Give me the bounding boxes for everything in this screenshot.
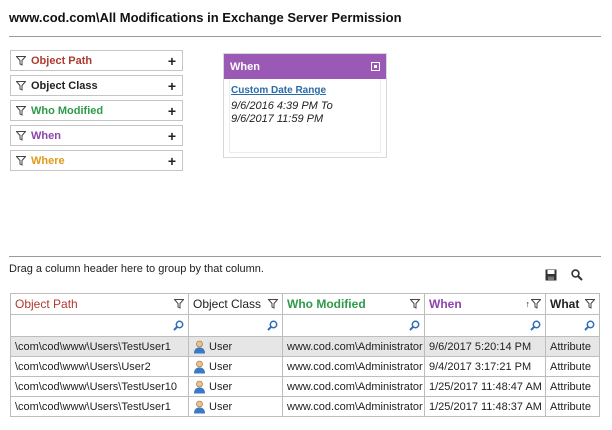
filter-label: Who Modified xyxy=(31,104,104,117)
filter-object-path[interactable]: Object Path + xyxy=(10,50,183,71)
column-header-when[interactable]: When ↑ xyxy=(425,293,546,315)
user-icon xyxy=(194,340,205,353)
column-header-what[interactable]: What xyxy=(546,293,600,315)
column-header-label: What xyxy=(550,297,580,311)
search-icon[interactable] xyxy=(584,320,595,331)
funnel-icon xyxy=(16,105,26,116)
cell-when: 1/25/2017 11:48:37 AM xyxy=(425,397,546,417)
sort-desc-icon[interactable]: ↑ xyxy=(526,299,531,309)
filter-label: Object Path xyxy=(31,54,93,67)
column-filter-cell[interactable] xyxy=(11,315,189,337)
when-panel-title: When xyxy=(230,60,260,73)
column-header-label: Who Modified xyxy=(287,297,366,311)
when-panel-header: When xyxy=(224,54,386,79)
plus-icon[interactable]: + xyxy=(168,154,176,168)
column-header-label: Object Class xyxy=(193,297,262,311)
group-by-hint: Drag a column header here to group by th… xyxy=(9,263,264,275)
column-filter-icon[interactable] xyxy=(531,299,541,309)
column-filter-cell[interactable] xyxy=(189,315,283,337)
filter-list: Object Path + Object Class + Who Modifie… xyxy=(10,50,183,175)
date-range-end: 9/6/2017 11:59 PM xyxy=(231,113,324,125)
filter-label: Object Class xyxy=(31,79,98,92)
search-icon[interactable] xyxy=(173,320,184,331)
search-icon[interactable] xyxy=(571,269,583,281)
grid-header-row: Object Path Object Class Who Modified Wh… xyxy=(11,293,600,315)
filter-object-class[interactable]: Object Class + xyxy=(10,75,183,96)
column-header-who-modified[interactable]: Who Modified xyxy=(283,293,425,315)
funnel-icon xyxy=(16,55,26,66)
save-icon[interactable] xyxy=(545,269,557,281)
column-filter-icon[interactable] xyxy=(268,299,278,309)
cell-when: 9/4/2017 3:17:21 PM xyxy=(425,357,546,377)
search-icon[interactable] xyxy=(530,320,541,331)
cell-object-class-text: User xyxy=(209,400,233,413)
plus-icon[interactable]: + xyxy=(168,104,176,118)
cell-object-path: \com\cod\www\Users\User2 xyxy=(11,357,189,377)
funnel-icon xyxy=(16,80,26,91)
filter-where[interactable]: Where + xyxy=(10,150,183,171)
cell-when: 1/25/2017 11:48:47 AM xyxy=(425,377,546,397)
cell-what: Attribute xyxy=(546,397,600,417)
column-filter-icon[interactable] xyxy=(174,299,184,309)
column-filter-cell[interactable] xyxy=(283,315,425,337)
filter-label: Where xyxy=(31,154,65,167)
cell-object-class: User xyxy=(189,397,283,417)
cell-who-modified: www.cod.com\Administrator xyxy=(283,337,425,357)
cell-object-class-text: User xyxy=(209,360,233,373)
date-range-start: 9/6/2016 4:39 PM To xyxy=(231,100,333,112)
cell-what: Attribute xyxy=(546,377,600,397)
page-title: www.cod.com\All Modifications in Exchang… xyxy=(9,10,402,25)
cell-object-path: \com\cod\www\Users\TestUser1 xyxy=(11,337,189,357)
results-grid: Object Path Object Class Who Modified Wh… xyxy=(10,293,600,417)
close-icon[interactable] xyxy=(371,62,380,71)
title-divider xyxy=(9,36,601,37)
cell-object-class: User xyxy=(189,357,283,377)
cell-object-class: User xyxy=(189,377,283,397)
column-header-object-class[interactable]: Object Class xyxy=(189,293,283,315)
cell-what: Attribute xyxy=(546,357,600,377)
grid-filter-row xyxy=(11,315,600,337)
search-icon[interactable] xyxy=(409,320,420,331)
table-row[interactable]: \com\cod\www\Users\TestUser1 User www.co… xyxy=(11,397,600,417)
plus-icon[interactable]: + xyxy=(168,129,176,143)
table-row[interactable]: \com\cod\www\Users\TestUser1 User www.co… xyxy=(11,337,600,357)
when-filter-panel: When Custom Date Range 9/6/2016 4:39 PM … xyxy=(223,53,387,158)
cell-when: 9/6/2017 5:20:14 PM xyxy=(425,337,546,357)
plus-icon[interactable]: + xyxy=(168,54,176,68)
column-filter-cell[interactable] xyxy=(425,315,546,337)
table-row[interactable]: \com\cod\www\Users\TestUser10 User www.c… xyxy=(11,377,600,397)
column-header-object-path[interactable]: Object Path xyxy=(11,293,189,315)
cell-object-class-text: User xyxy=(209,380,233,393)
column-header-label: Object Path xyxy=(15,297,78,311)
column-filter-icon[interactable] xyxy=(410,299,420,309)
user-icon xyxy=(194,400,205,413)
custom-date-range-link[interactable]: Custom Date Range xyxy=(231,85,380,96)
funnel-icon xyxy=(16,130,26,141)
column-header-label: When xyxy=(429,297,462,311)
column-filter-cell[interactable] xyxy=(546,315,600,337)
filter-when[interactable]: When + xyxy=(10,125,183,146)
date-range-text: 9/6/2016 4:39 PM To 9/6/2017 11:59 PM xyxy=(231,100,380,126)
cell-who-modified: www.cod.com\Administrator xyxy=(283,357,425,377)
filter-label: When xyxy=(31,129,61,142)
cell-object-class: User xyxy=(189,337,283,357)
cell-object-path: \com\cod\www\Users\TestUser10 xyxy=(11,377,189,397)
table-row[interactable]: \com\cod\www\Users\User2 User www.cod.co… xyxy=(11,357,600,377)
user-icon xyxy=(194,380,205,393)
filter-who-modified[interactable]: Who Modified + xyxy=(10,100,183,121)
search-icon[interactable] xyxy=(267,320,278,331)
cell-object-path: \com\cod\www\Users\TestUser1 xyxy=(11,397,189,417)
cell-who-modified: www.cod.com\Administrator xyxy=(283,377,425,397)
plus-icon[interactable]: + xyxy=(168,79,176,93)
cell-who-modified: www.cod.com\Administrator xyxy=(283,397,425,417)
when-panel-body: Custom Date Range 9/6/2016 4:39 PM To 9/… xyxy=(229,79,381,153)
column-filter-icon[interactable] xyxy=(585,299,595,309)
user-icon xyxy=(194,360,205,373)
funnel-icon xyxy=(16,155,26,166)
cell-what: Attribute xyxy=(546,337,600,357)
group-divider xyxy=(9,256,601,257)
cell-object-class-text: User xyxy=(209,340,233,353)
